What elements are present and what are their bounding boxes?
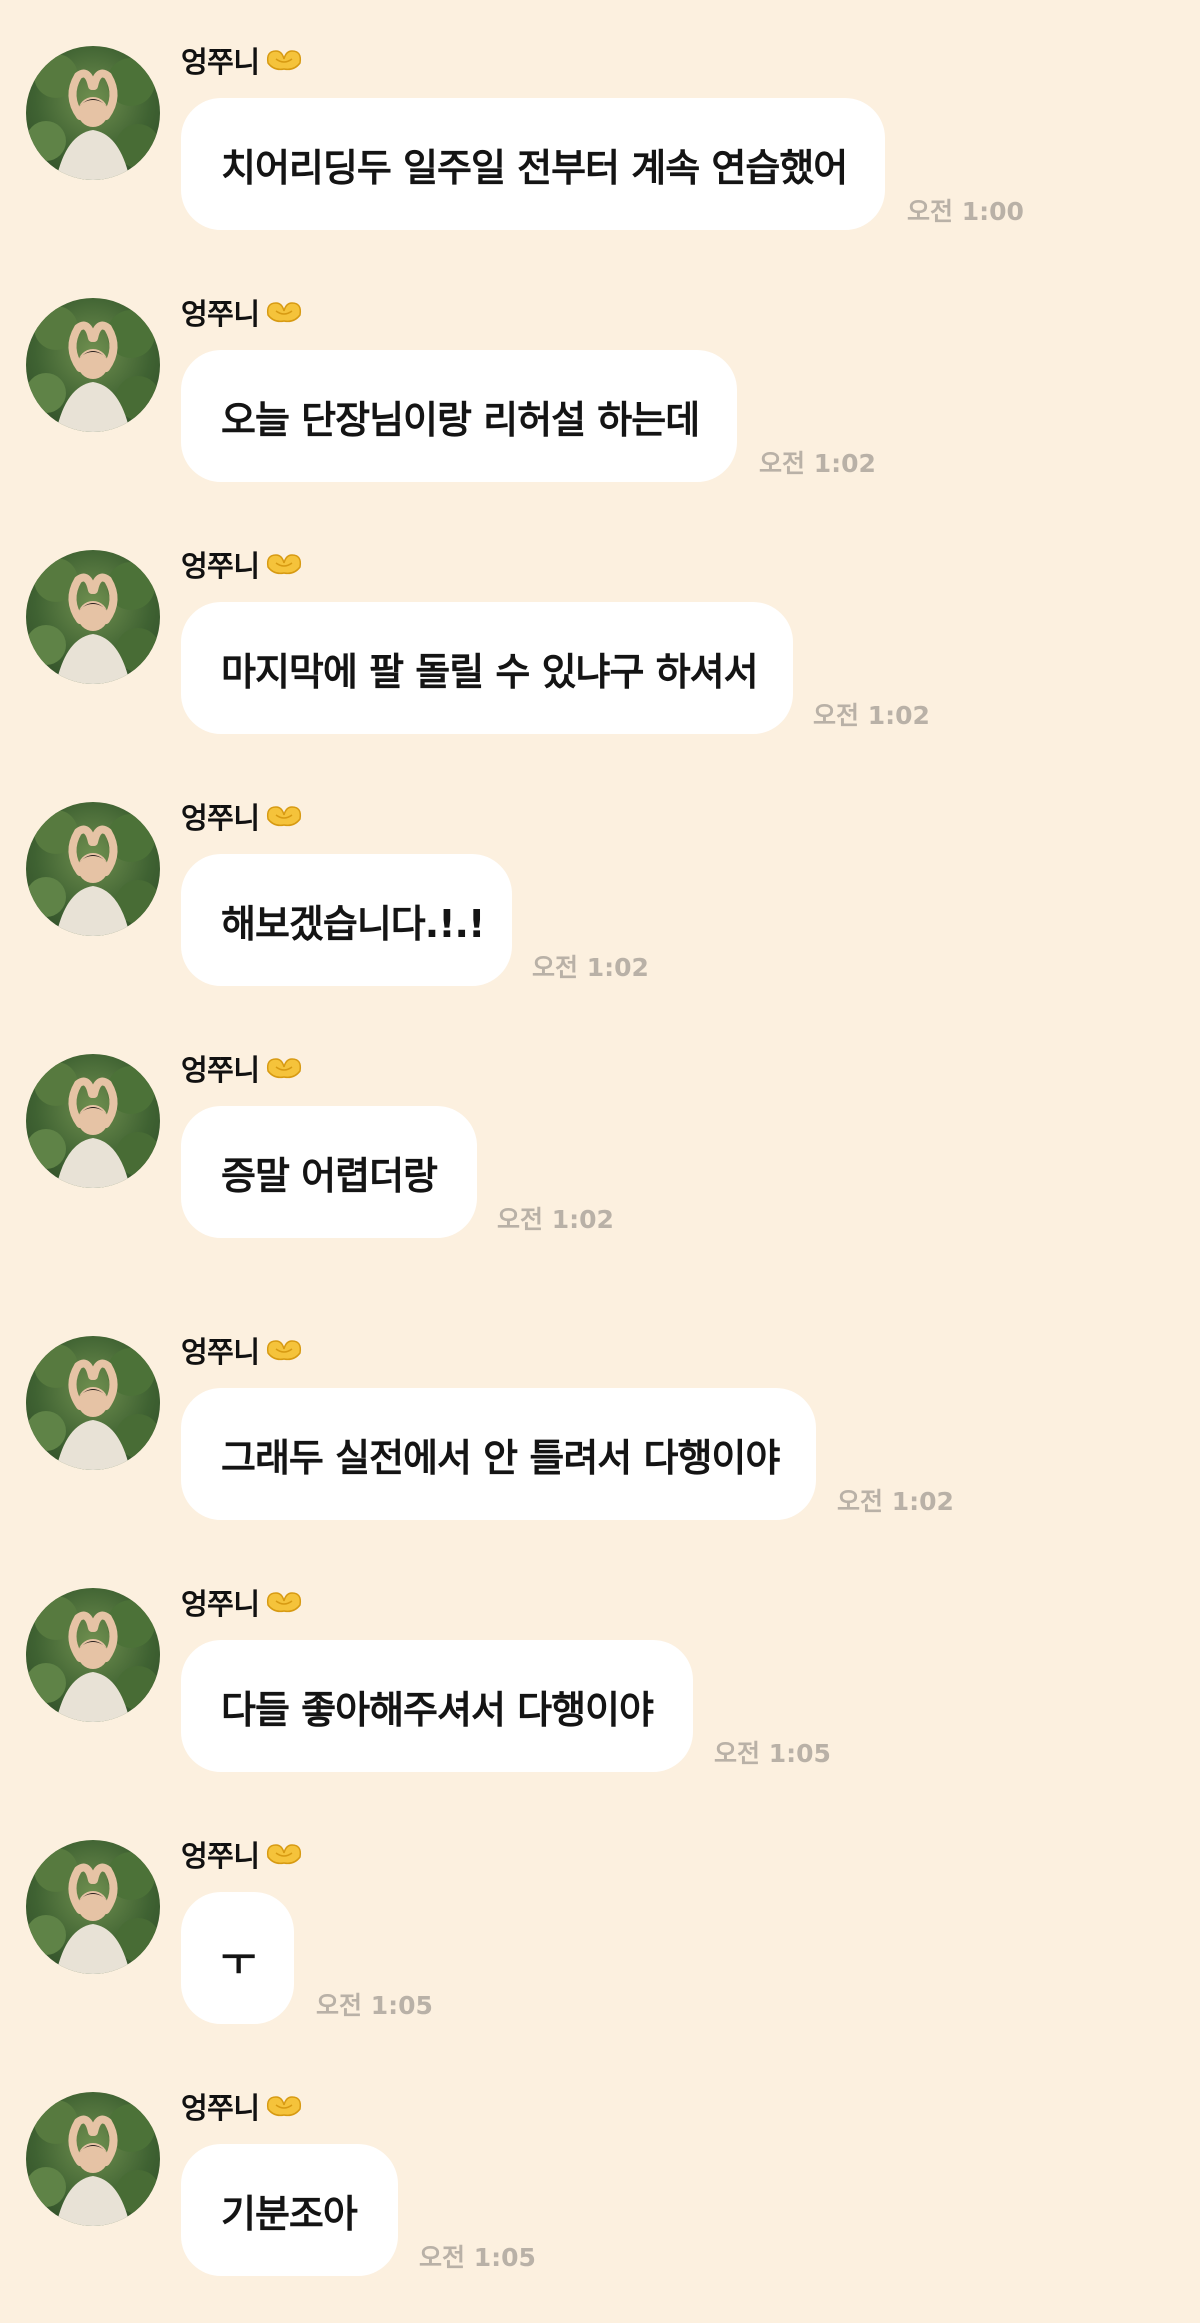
- heart-hands-icon: [264, 45, 304, 75]
- sender-label: 엉쭈니: [181, 40, 304, 80]
- chat-message-list: 엉쭈니 치어리딩두 일주일 전부터 계속 연습했어 오전 1:00 엉쭈니 오늘…: [0, 0, 1200, 2323]
- message-timestamp: 오전 1:02: [813, 701, 930, 730]
- message-bubble[interactable]: 기분조아: [181, 2144, 398, 2276]
- sender-name: 엉쭈니: [181, 45, 260, 79]
- message-text: 그래두 실전에서 안 틀려서 다행이야: [221, 1435, 780, 1480]
- heart-hands-icon: [264, 1335, 304, 1365]
- message-text: 마지막에 팔 돌릴 수 있냐구 하셔서: [221, 649, 759, 694]
- message-text: 해보겠습니다.!.!: [221, 901, 485, 946]
- message-bubble[interactable]: 해보겠습니다.!.!: [181, 854, 512, 986]
- message-text: 오늘 단장님이랑 리허설 하는데: [221, 397, 700, 442]
- message-text: ㅜ: [221, 1939, 256, 1984]
- chat-message: 엉쭈니 마지막에 팔 돌릴 수 있냐구 하셔서 오전 1:02: [0, 549, 1200, 750]
- avatar[interactable]: [26, 802, 160, 936]
- heart-hands-icon: [264, 1587, 304, 1617]
- heart-hands-icon: [264, 2091, 304, 2121]
- avatar[interactable]: [26, 1588, 160, 1722]
- sender-label: 엉쭈니: [181, 796, 304, 836]
- message-timestamp: 오전 1:05: [316, 1991, 433, 2020]
- heart-hands-icon: [264, 1839, 304, 1869]
- message-text: 증말 어렵더랑: [221, 1153, 438, 1198]
- avatar[interactable]: [26, 2092, 160, 2226]
- sender-name: 엉쭈니: [181, 549, 260, 583]
- message-bubble[interactable]: 마지막에 팔 돌릴 수 있냐구 하셔서: [181, 602, 793, 734]
- message-text: 치어리딩두 일주일 전부터 계속 연습했어: [221, 145, 848, 190]
- chat-message: 엉쭈니 ㅜ 오전 1:05: [0, 1839, 1200, 2040]
- chat-message: 엉쭈니 증말 어렵더랑 오전 1:02: [0, 1053, 1200, 1254]
- chat-message: 엉쭈니 오늘 단장님이랑 리허설 하는데 오전 1:02: [0, 297, 1200, 498]
- message-text: 기분조아: [221, 2191, 358, 2236]
- chat-message: 엉쭈니 치어리딩두 일주일 전부터 계속 연습했어 오전 1:00: [0, 45, 1200, 246]
- heart-hands-icon: [264, 1053, 304, 1083]
- sender-name: 엉쭈니: [181, 1053, 260, 1087]
- message-timestamp: 오전 1:02: [759, 449, 876, 478]
- message-bubble[interactable]: 오늘 단장님이랑 리허설 하는데: [181, 350, 737, 482]
- avatar[interactable]: [26, 1840, 160, 1974]
- chat-message: 엉쭈니 그래두 실전에서 안 틀려서 다행이야 오전 1:02: [0, 1335, 1200, 1536]
- message-timestamp: 오전 1:05: [419, 2243, 536, 2272]
- avatar[interactable]: [26, 298, 160, 432]
- message-bubble[interactable]: 그래두 실전에서 안 틀려서 다행이야: [181, 1388, 816, 1520]
- sender-name: 엉쭈니: [181, 801, 260, 835]
- heart-hands-icon: [264, 549, 304, 579]
- chat-message: 엉쭈니 해보겠습니다.!.! 오전 1:02: [0, 801, 1200, 1002]
- sender-name: 엉쭈니: [181, 1839, 260, 1873]
- message-timestamp: 오전 1:02: [532, 953, 649, 982]
- chat-message: 엉쭈니 기분조아 오전 1:05: [0, 2091, 1200, 2292]
- message-timestamp: 오전 1:02: [497, 1205, 614, 1234]
- heart-hands-icon: [264, 297, 304, 327]
- sender-label: 엉쭈니: [181, 1330, 304, 1370]
- sender-label: 엉쭈니: [181, 292, 304, 332]
- avatar[interactable]: [26, 550, 160, 684]
- message-timestamp: 오전 1:00: [907, 197, 1024, 226]
- message-bubble[interactable]: 다들 좋아해주셔서 다행이야: [181, 1640, 693, 1772]
- sender-label: 엉쭈니: [181, 1048, 304, 1088]
- message-bubble[interactable]: ㅜ: [181, 1892, 294, 2024]
- sender-name: 엉쭈니: [181, 1335, 260, 1369]
- sender-name: 엉쭈니: [181, 2091, 260, 2125]
- sender-name: 엉쭈니: [181, 297, 260, 331]
- sender-label: 엉쭈니: [181, 1582, 304, 1622]
- sender-label: 엉쭈니: [181, 2086, 304, 2126]
- chat-message: 엉쭈니 다들 좋아해주셔서 다행이야 오전 1:05: [0, 1587, 1200, 1788]
- avatar[interactable]: [26, 1054, 160, 1188]
- sender-label: 엉쭈니: [181, 1834, 304, 1874]
- avatar[interactable]: [26, 1336, 160, 1470]
- message-bubble[interactable]: 증말 어렵더랑: [181, 1106, 477, 1238]
- avatar[interactable]: [26, 46, 160, 180]
- message-bubble[interactable]: 치어리딩두 일주일 전부터 계속 연습했어: [181, 98, 885, 230]
- message-text: 다들 좋아해주셔서 다행이야: [221, 1687, 654, 1732]
- message-timestamp: 오전 1:02: [837, 1487, 954, 1516]
- heart-hands-icon: [264, 801, 304, 831]
- sender-name: 엉쭈니: [181, 1587, 260, 1621]
- message-timestamp: 오전 1:05: [714, 1739, 831, 1768]
- sender-label: 엉쭈니: [181, 544, 304, 584]
